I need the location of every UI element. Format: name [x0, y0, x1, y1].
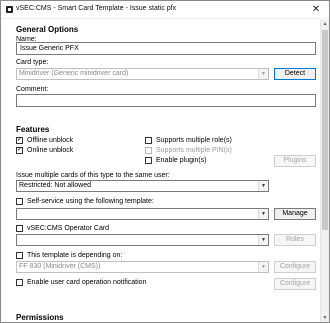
multiple-pins-label: Supports multiple PIN(s) — [156, 147, 232, 154]
vertical-scrollbar[interactable]: ▲ ▼ — [320, 20, 329, 322]
multiple-pins-checkbox[interactable]: Supports multiple PIN(s) — [145, 147, 232, 154]
depending-on-value: FF 830 (Minidriver (CMS)) — [19, 263, 101, 270]
checkbox-box: ✓ — [16, 147, 23, 154]
checkbox-box — [145, 147, 152, 154]
title-bar: vSEC:CMS - Smart Card Template - Issue s… — [1, 1, 329, 19]
offline-unblock-checkbox[interactable]: ✓ Offline unblock — [16, 137, 73, 144]
checkbox-box — [16, 225, 23, 232]
card-type-select[interactable]: Minidriver (Generic minidriver card) ▼ — [16, 68, 269, 80]
checkbox-box — [145, 157, 152, 164]
plugins-button[interactable]: Plugins — [274, 155, 316, 167]
scroll-up-icon[interactable]: ▲ — [321, 20, 329, 29]
name-field[interactable]: Issue Generic PFX — [16, 42, 316, 55]
depending-on-label: This template is depending on: — [27, 252, 123, 259]
depending-on-select[interactable]: FF 830 (Minidriver (CMS)) ▼ — [16, 261, 269, 273]
manage-button[interactable]: Manage — [274, 208, 316, 220]
issue-multiple-label: Issue multiple cards of this type to the… — [16, 172, 170, 179]
checkbox-box — [145, 137, 152, 144]
detect-button[interactable]: Detect — [274, 68, 316, 80]
checkbox-box — [16, 252, 23, 259]
chevron-down-icon: ▼ — [258, 69, 268, 79]
self-service-select[interactable]: ▼ — [16, 208, 269, 220]
checkbox-box: ✓ — [16, 137, 23, 144]
operator-card-label: vSEC:CMS Operator Card — [27, 225, 110, 232]
notification-checkbox[interactable]: Enable user card operation notification — [16, 279, 146, 286]
roles-button[interactable]: Roles — [274, 234, 316, 246]
permissions-heading: Permissions — [16, 313, 64, 322]
app-icon — [6, 6, 13, 13]
issue-multiple-value: Restricted: Not allowed — [19, 182, 91, 189]
multiple-roles-checkbox[interactable]: Supports multiple role(s) — [145, 137, 232, 144]
multiple-roles-label: Supports multiple role(s) — [156, 137, 232, 144]
offline-unblock-label: Offline unblock — [27, 137, 74, 144]
comment-field[interactable] — [16, 94, 316, 107]
comment-label: Comment: — [16, 86, 49, 93]
smart-card-template-window: vSEC:CMS - Smart Card Template - Issue s… — [0, 0, 330, 323]
checkbox-box — [16, 279, 23, 286]
configure-notification-button[interactable]: Configure — [274, 278, 316, 290]
window-title: vSEC:CMS - Smart Card Template - Issue s… — [16, 5, 177, 12]
chevron-down-icon: ▼ — [258, 235, 268, 245]
online-unblock-label: Online unblock — [27, 147, 74, 154]
scroll-down-icon[interactable]: ▼ — [321, 314, 329, 322]
enable-plugins-checkbox[interactable]: Enable plugin(s) — [145, 157, 207, 164]
enable-plugins-label: Enable plugin(s) — [156, 157, 207, 164]
features-heading: Features — [16, 125, 50, 134]
chevron-down-icon: ▼ — [258, 209, 268, 219]
depending-on-checkbox[interactable]: This template is depending on: — [16, 252, 122, 259]
online-unblock-checkbox[interactable]: ✓ Online unblock — [16, 147, 73, 154]
issue-multiple-select[interactable]: Restricted: Not allowed ▼ — [16, 180, 269, 192]
close-button[interactable]: ✕ — [305, 2, 327, 17]
operator-card-checkbox[interactable]: vSEC:CMS Operator Card — [16, 225, 109, 232]
card-type-label: Card type: — [16, 59, 49, 66]
chevron-down-icon: ▼ — [258, 262, 268, 272]
card-type-value: Minidriver (Generic minidriver card) — [19, 70, 129, 77]
operator-card-select[interactable]: ▼ — [16, 234, 269, 246]
scrollbar-thumb[interactable] — [322, 30, 328, 230]
chevron-down-icon: ▼ — [258, 181, 268, 191]
notification-label: Enable user card operation notification — [27, 279, 147, 286]
form-content: General Options Name: Issue Generic PFX … — [1, 20, 321, 322]
general-options-heading: General Options — [16, 25, 79, 34]
checkbox-box — [16, 198, 23, 205]
configure-dependency-button[interactable]: Configure — [274, 261, 316, 273]
self-service-label: Self-service using the following templat… — [27, 198, 154, 205]
self-service-checkbox[interactable]: Self-service using the following templat… — [16, 198, 154, 205]
